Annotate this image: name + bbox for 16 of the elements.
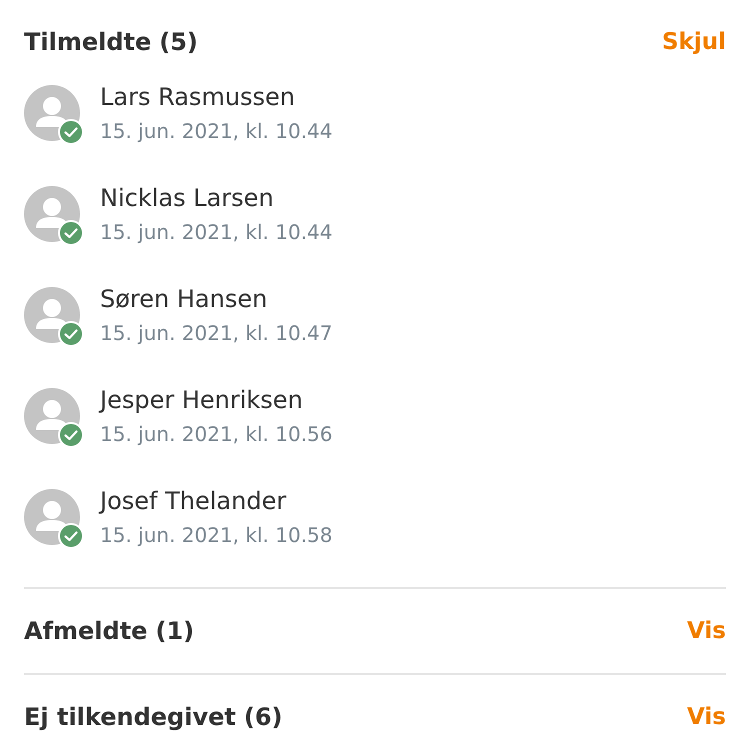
- section-title: Tilmeldte (5): [24, 28, 198, 56]
- signup-date: 15. jun. 2021, kl. 10.56: [100, 422, 333, 446]
- member-name: Nicklas Larsen: [100, 184, 275, 212]
- toggle-link[interactable]: Vis: [687, 704, 726, 730]
- member-name: Josef Thelander: [100, 486, 288, 514]
- toggle-link[interactable]: Vis: [687, 618, 726, 644]
- section-title: Ej tilkendegivet (6): [24, 703, 282, 731]
- member-name: Jesper Henriksen: [100, 386, 304, 414]
- member-name: Søren Hansen: [100, 284, 268, 312]
- signup-date: 15. jun. 2021, kl. 10.44: [100, 118, 333, 142]
- toggle-link[interactable]: Skjul: [662, 29, 726, 55]
- section-title: Afmeldte (1): [24, 617, 194, 645]
- member-name: Lars Rasmussen: [100, 82, 296, 110]
- signup-date: 15. jun. 2021, kl. 10.58: [100, 522, 333, 546]
- signup-date: 15. jun. 2021, kl. 10.47: [100, 320, 333, 344]
- signup-date: 15. jun. 2021, kl. 10.44: [100, 220, 333, 244]
